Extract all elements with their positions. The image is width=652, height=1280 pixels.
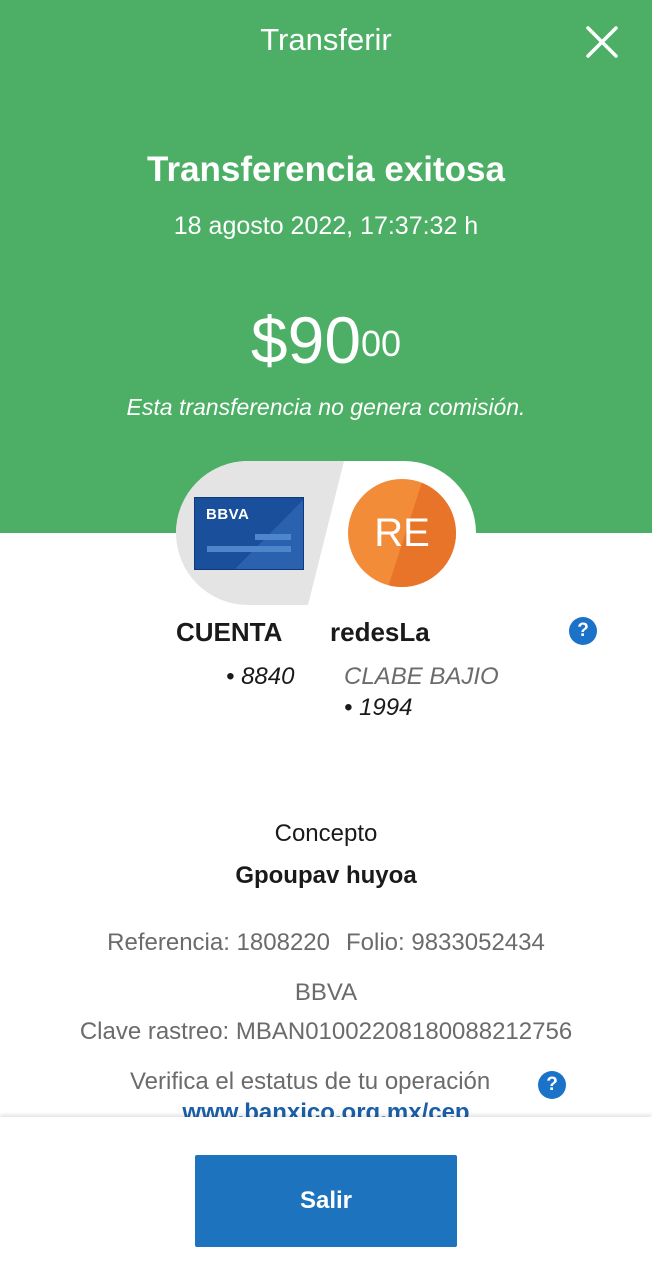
transfer-datetime: 18 agosto 2022, 17:37:32 h [173, 212, 479, 240]
card-brand: BBVA [206, 506, 250, 523]
footer-bar: Salir [0, 1117, 652, 1280]
reference-number: Referencia: 1808220 [107, 929, 330, 956]
commission-note: Esta transferencia no genera comisión. [126, 394, 526, 420]
folio-number: Folio: 9833052434 [346, 929, 545, 956]
bank-name: BBVA [294, 979, 358, 1006]
amount-cents: 00 [361, 323, 402, 364]
concept-label: Concepto [274, 820, 378, 847]
success-title: Transferencia exitosa [147, 150, 505, 189]
concept-value: Gpoupav huyoa [235, 862, 417, 889]
tracking-key: Clave rastreo: MBAN01002208180088212756 [79, 1018, 573, 1045]
recipient-avatar: RE [348, 479, 456, 587]
exit-button[interactable]: Salir [195, 1155, 457, 1247]
recipient-bank: CLABE BAJIO [344, 663, 499, 690]
question-icon[interactable]: ? [569, 617, 597, 645]
card-stripe [255, 534, 291, 540]
avatar-initials: RE [374, 511, 430, 555]
close-icon[interactable] [582, 22, 622, 62]
verify-status-text: Verifica el estatus de tu operación [130, 1068, 491, 1095]
card-stripe [207, 546, 291, 552]
bbva-card-icon: BBVA [194, 497, 304, 570]
source-account-number: • 8840 [226, 663, 295, 690]
question-icon[interactable]: ? [538, 1071, 566, 1099]
recipient-name: redesLa [330, 617, 430, 647]
source-account-name: CUENTA [176, 617, 283, 647]
transfer-amount: $9000 [0, 300, 652, 380]
app-title: Transferir [260, 22, 392, 57]
recipient-account-number: • 1994 [344, 694, 413, 721]
reference-line: Referencia: 1808220 Folio: 9833052434 [0, 929, 652, 957]
amount-main: $90 [250, 303, 362, 377]
success-header: Transferir Transferencia exitosa 18 agos… [0, 0, 652, 533]
